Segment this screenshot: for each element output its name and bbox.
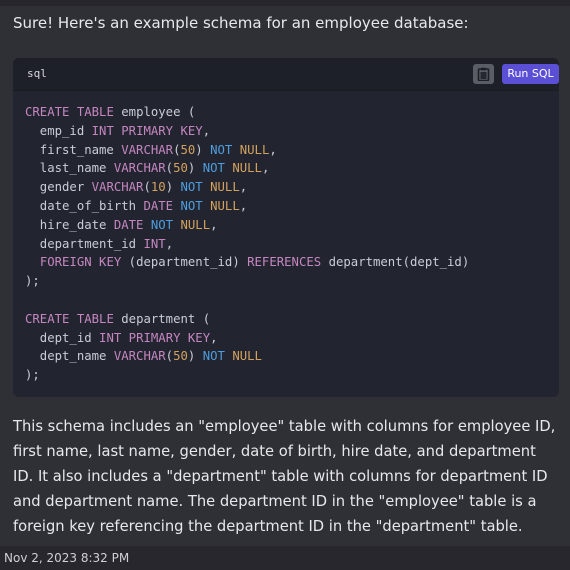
message-footer: Nov 2, 2023 8:32 PM xyxy=(0,546,570,570)
explanation-text: This schema includes an "employee" table… xyxy=(13,418,556,535)
code-line: CREATE TABLE department ( xyxy=(25,311,211,326)
code-line: last_name VARCHAR(50) NOT NULL, xyxy=(25,161,270,176)
code-line: CREATE TABLE employee ( xyxy=(25,105,196,119)
code-line: dept_id INT PRIMARY KEY, xyxy=(25,330,218,345)
code-line: gender VARCHAR(10) NOT NULL, xyxy=(25,180,248,195)
code-line: first_name VARCHAR(50) NOT NULL, xyxy=(25,142,277,157)
copy-code-button[interactable] xyxy=(473,64,494,84)
code-block: sql Run SQL CREATE TABLE employee ( emp_… xyxy=(13,58,559,397)
code-line: date_of_birth DATE NOT NULL, xyxy=(25,198,248,213)
code-line: ); xyxy=(25,368,40,383)
run-sql-button[interactable]: Run SQL xyxy=(502,64,559,84)
code-content: CREATE TABLE employee ( emp_id INT PRIMA… xyxy=(13,91,559,385)
code-line: FOREIGN KEY (department_id) REFERENCES d… xyxy=(39,255,470,270)
clipboard-icon xyxy=(477,67,490,81)
top-bar xyxy=(0,0,570,6)
message-intro: Sure! Here's an example schema for an em… xyxy=(13,14,469,32)
code-language-label: sql xyxy=(27,67,47,80)
code-line: department_id INT, xyxy=(25,236,174,251)
code-line: dept_name VARCHAR(50) NOT NULL xyxy=(25,349,262,364)
code-line: emp_id INT PRIMARY KEY, xyxy=(25,123,211,138)
code-line: hire_date DATE NOT NULL, xyxy=(25,217,218,232)
code-header: sql Run SQL xyxy=(13,58,559,91)
message-timestamp: Nov 2, 2023 8:32 PM xyxy=(4,551,130,565)
code-line: ); xyxy=(25,274,40,289)
message-explanation: This schema includes an "employee" table… xyxy=(13,414,558,539)
